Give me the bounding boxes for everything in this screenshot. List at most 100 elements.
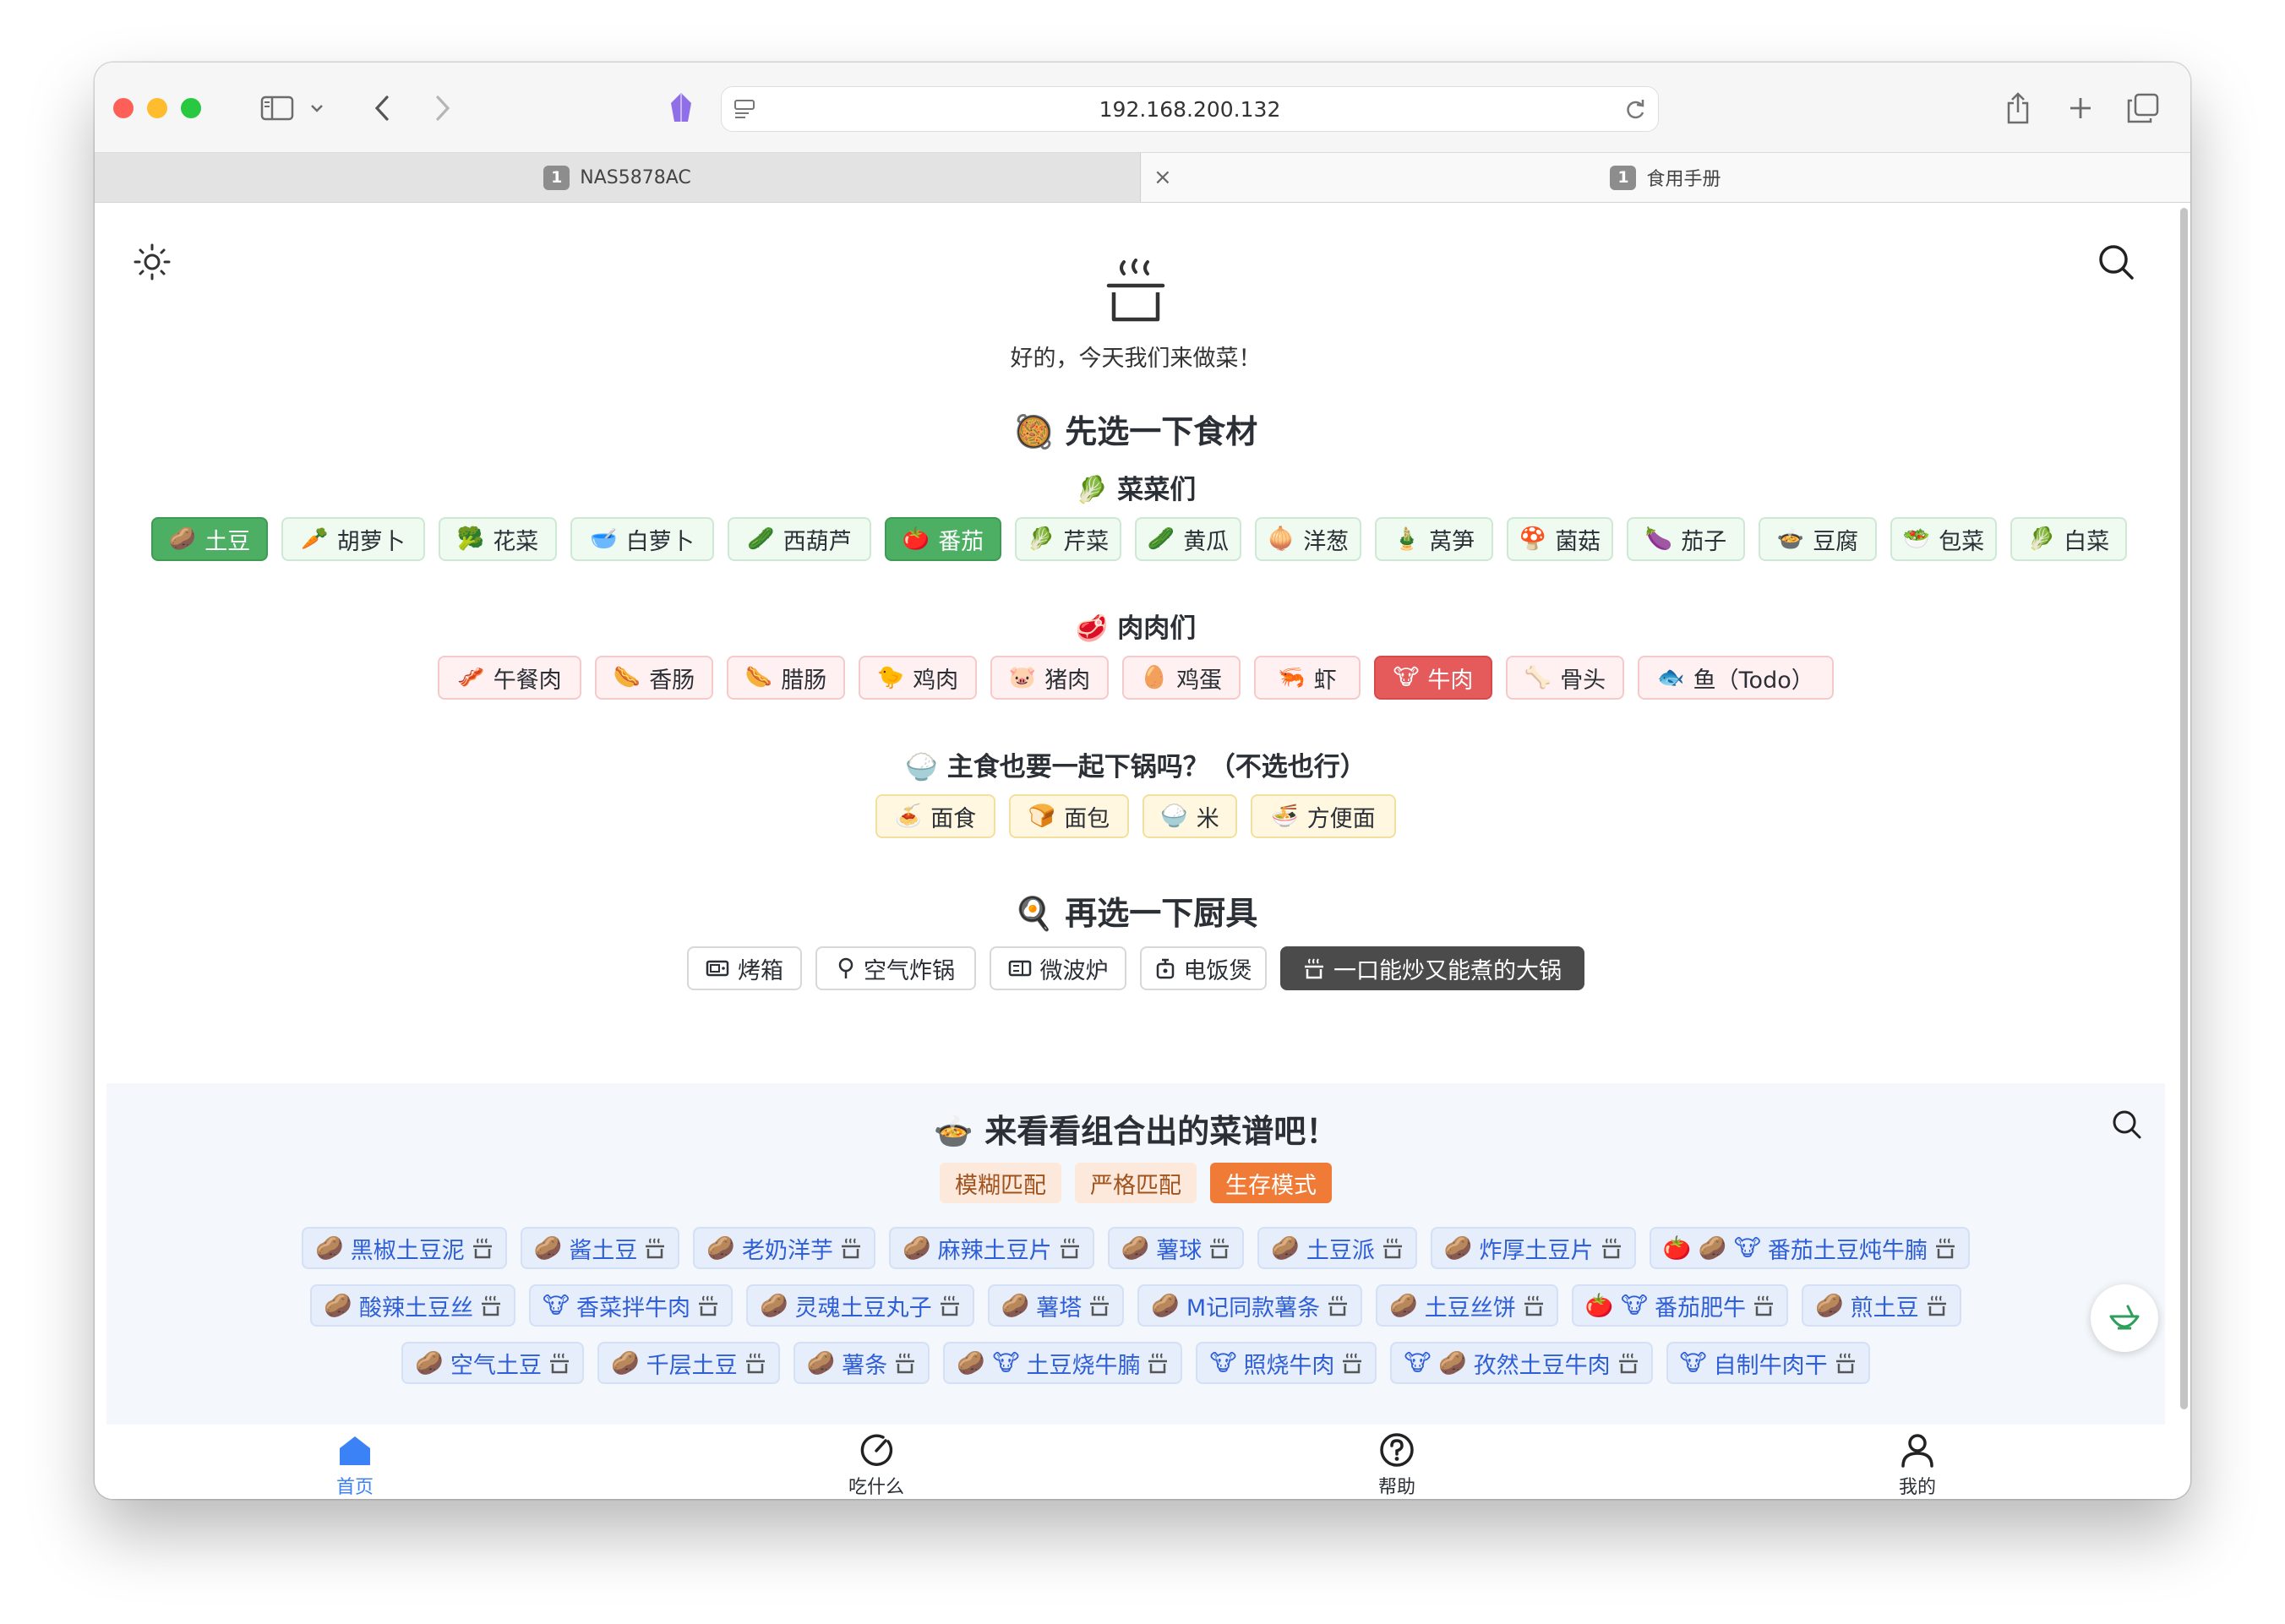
recipe-chip[interactable]: 🥔 酱土豆 bbox=[520, 1227, 680, 1269]
vegetable-chip[interactable]: 🥕 胡萝卜 bbox=[281, 517, 425, 561]
tab-overview-icon[interactable] bbox=[2124, 88, 2162, 128]
match-mode-button[interactable]: 模糊匹配 bbox=[940, 1163, 1061, 1203]
cook-fab-button[interactable] bbox=[2091, 1284, 2158, 1352]
cookware-chip[interactable]: 空气炸锅 bbox=[815, 946, 976, 990]
vegetable-chip[interactable]: 🍆 茄子 bbox=[1627, 517, 1745, 561]
recipe-chip[interactable]: 🐮 照烧牛肉 bbox=[1196, 1342, 1377, 1384]
recipe-chip[interactable]: 🐮 🥔 孜然土豆牛肉 bbox=[1390, 1342, 1653, 1384]
staple-chip-emoji: 🍚 bbox=[1160, 804, 1188, 829]
recipe-chip[interactable]: 🥔 M记同款薯条 bbox=[1137, 1284, 1363, 1327]
vegetable-chip[interactable]: 🥗 包菜 bbox=[1890, 517, 1997, 561]
vegetable-chip[interactable]: 🧅 洋葱 bbox=[1255, 517, 1361, 561]
recipe-chip[interactable]: 🍅 🐮 番茄肥牛 bbox=[1571, 1284, 1788, 1327]
nav-home[interactable]: 首页 bbox=[270, 1431, 439, 1499]
search-icon[interactable] bbox=[2096, 242, 2136, 286]
vegetable-chip-label: 莴笋 bbox=[1429, 528, 1475, 555]
match-mode-button[interactable]: 严格匹配 bbox=[1075, 1163, 1197, 1203]
pot-icon bbox=[1926, 1294, 1948, 1316]
vegetable-chip[interactable]: 🍅 番茄 bbox=[885, 517, 1001, 561]
cookware-label: 烤箱 bbox=[738, 957, 783, 984]
recipe-chip[interactable]: 🥔 土豆丝饼 bbox=[1376, 1284, 1558, 1327]
recipe-chip[interactable]: 🥔 黑椒土豆泥 bbox=[302, 1227, 507, 1269]
close-window-button[interactable] bbox=[113, 98, 134, 118]
vegetable-chip[interactable]: 🥒 黄瓜 bbox=[1135, 517, 1241, 561]
vegetable-chip[interactable]: 🎍 莴笋 bbox=[1375, 517, 1493, 561]
recipe-chip[interactable]: 🍅 🥔 🐮 番茄土豆炖牛腩 bbox=[1649, 1227, 1970, 1269]
recipe-chip[interactable]: 🥔 煎土豆 bbox=[1801, 1284, 1961, 1327]
recipe-chip[interactable]: 🐮 自制牛肉干 bbox=[1666, 1342, 1870, 1384]
share-icon[interactable] bbox=[1999, 88, 2037, 128]
recipe-chip[interactable]: 🥔 麻辣土豆片 bbox=[889, 1227, 1094, 1269]
recipe-chip[interactable]: 🥔 🐮 土豆烧牛腩 bbox=[943, 1342, 1183, 1384]
vegetable-chip[interactable]: 🥒 西葫芦 bbox=[728, 517, 871, 561]
meat-chip-emoji: 🐮 bbox=[1393, 665, 1420, 690]
nav-what-to-eat[interactable]: 吃什么 bbox=[792, 1431, 961, 1499]
scrollbar-thumb[interactable] bbox=[2180, 208, 2188, 1409]
meat-chip[interactable]: 🦐 虾 bbox=[1254, 656, 1361, 700]
address-bar[interactable]: 192.168.200.132 bbox=[721, 86, 1659, 132]
cookware-chip[interactable]: 一口能炒又能煮的大锅 bbox=[1280, 946, 1584, 990]
theme-toggle-sun-icon[interactable] bbox=[132, 242, 172, 286]
vegetable-chip[interactable]: 🍄 菌菇 bbox=[1507, 517, 1613, 561]
vegetable-chip[interactable]: 🥦 花菜 bbox=[439, 517, 557, 561]
recipe-chip[interactable]: 🥔 酸辣土豆丝 bbox=[310, 1284, 516, 1327]
meat-chip[interactable]: 🐷 猪肉 bbox=[990, 656, 1109, 700]
tab-cookbook[interactable]: × 1 食用手册 bbox=[1142, 153, 2190, 202]
recipe-chip[interactable]: 🥔 炸厚土豆片 bbox=[1430, 1227, 1636, 1269]
recipe-chip[interactable]: 🥔 千层土豆 bbox=[597, 1342, 780, 1384]
maximize-window-button[interactable] bbox=[181, 98, 201, 118]
tab-nas[interactable]: 1 NAS5878AC bbox=[95, 153, 1141, 202]
forward-icon[interactable] bbox=[426, 88, 460, 128]
meat-chip[interactable]: 🥓 午餐肉 bbox=[438, 656, 581, 700]
recipe-chip[interactable]: 🥔 灵魂土豆丸子 bbox=[746, 1284, 974, 1327]
recipe-name: 香菜拌牛肉 bbox=[576, 1294, 690, 1322]
staple-chip[interactable]: 🍝 面食 bbox=[875, 794, 995, 838]
meat-chip[interactable]: 🐟 鱼（Todo） bbox=[1638, 656, 1834, 700]
staple-chip[interactable]: 🍞 面包 bbox=[1009, 794, 1129, 838]
vegetable-chip-label: 番茄 bbox=[938, 528, 984, 555]
back-icon[interactable] bbox=[365, 88, 399, 128]
recipe-chip[interactable]: 🥔 薯塔 bbox=[987, 1284, 1125, 1327]
meat-chip[interactable]: 🌭 香肠 bbox=[595, 656, 713, 700]
recipe-chip[interactable]: 🥔 空气土豆 bbox=[401, 1342, 585, 1384]
meat-chip[interactable]: 🐤 鸡肉 bbox=[859, 656, 977, 700]
recipe-chip[interactable]: 🥔 薯条 bbox=[793, 1342, 930, 1384]
close-tab-icon[interactable]: × bbox=[1153, 153, 1172, 202]
recipe-chip[interactable]: 🥔 老奶洋芋 bbox=[693, 1227, 875, 1269]
vegetable-chip[interactable]: 🥬 白菜 bbox=[2010, 517, 2127, 561]
meat-chip[interactable]: 🥚 鸡蛋 bbox=[1122, 656, 1241, 700]
staple-chip[interactable]: 🍜 方便面 bbox=[1251, 794, 1396, 838]
meat-chip[interactable]: 🌭 腊肠 bbox=[727, 656, 845, 700]
reload-icon[interactable] bbox=[1624, 98, 1646, 125]
vegetable-chip[interactable]: 🥔 土豆 bbox=[151, 517, 268, 561]
scrollbar[interactable] bbox=[2177, 203, 2190, 1411]
cookware-chip[interactable]: 烤箱 bbox=[687, 946, 802, 990]
sidebar-toggle-icon[interactable] bbox=[257, 88, 297, 128]
vegetable-chip[interactable]: 🥬 芹菜 bbox=[1015, 517, 1121, 561]
recipe-search-icon[interactable] bbox=[2111, 1109, 2143, 1144]
cookware-chip[interactable]: 电饭煲 bbox=[1140, 946, 1267, 990]
new-tab-icon[interactable] bbox=[2062, 88, 2099, 128]
vegetable-chip[interactable]: 🥣 白萝卜 bbox=[570, 517, 714, 561]
meat-chip[interactable]: 🦴 骨头 bbox=[1506, 656, 1624, 700]
nav-help[interactable]: 帮助 bbox=[1312, 1431, 1481, 1499]
staple-chip[interactable]: 🍚 米 bbox=[1142, 794, 1237, 838]
oven-icon bbox=[706, 959, 729, 978]
minimize-window-button[interactable] bbox=[147, 98, 167, 118]
nav-profile[interactable]: 我的 bbox=[1833, 1431, 2002, 1499]
recipe-chip[interactable]: 🥔 薯球 bbox=[1107, 1227, 1245, 1269]
recipe-name: 土豆派 bbox=[1306, 1237, 1375, 1264]
pot-icon bbox=[840, 1237, 862, 1259]
cookware-chip[interactable]: 微波炉 bbox=[990, 946, 1126, 990]
chevron-down-icon[interactable] bbox=[304, 88, 330, 128]
dice-icon bbox=[860, 1434, 893, 1466]
pot-icon bbox=[1835, 1352, 1857, 1374]
recipe-chip[interactable]: 🐮 香菜拌牛肉 bbox=[529, 1284, 733, 1327]
match-mode-button[interactable]: 生存模式 bbox=[1210, 1163, 1332, 1203]
recipe-chip[interactable]: 🥔 土豆派 bbox=[1257, 1227, 1417, 1269]
meat-chip-label: 鱼（Todo） bbox=[1693, 667, 1814, 694]
vegetable-chip[interactable]: 🍲 豆腐 bbox=[1759, 517, 1877, 561]
extension-icon[interactable] bbox=[663, 88, 700, 128]
recipe-emojis: 🥔 bbox=[1151, 1293, 1180, 1319]
meat-chip[interactable]: 🐮 牛肉 bbox=[1374, 656, 1492, 700]
